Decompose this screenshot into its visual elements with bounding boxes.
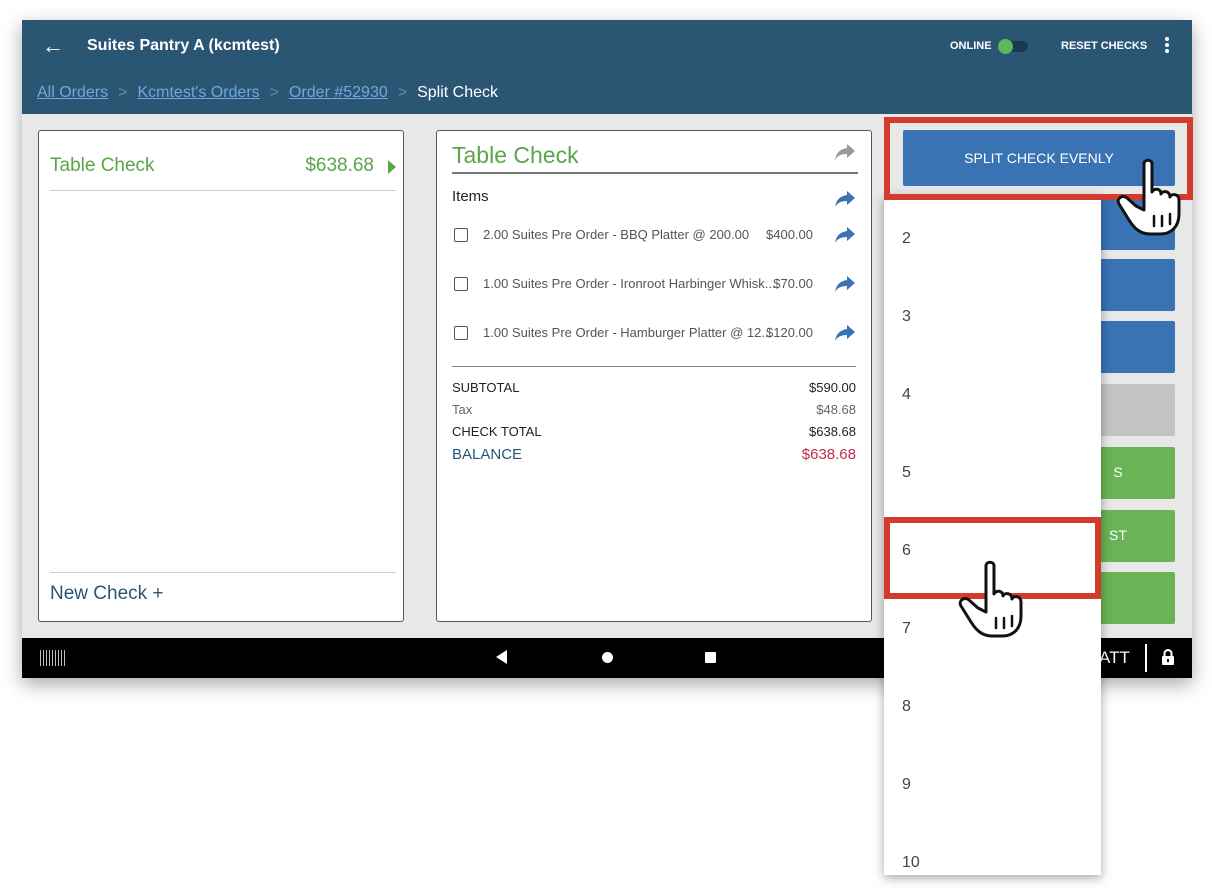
breadcrumb-current: Split Check [417,84,498,101]
items-label: Items [452,188,489,205]
share-check-icon[interactable] [833,142,857,162]
breadcrumb-separator: > [269,84,279,101]
check-total-value: $638.68 [809,424,856,439]
share-item-icon[interactable] [833,274,857,294]
breadcrumb: All Orders > Kcmtest's Orders > Order #52930… [37,84,498,102]
item-checkbox[interactable] [454,228,468,242]
new-check-button[interactable]: New Check + [50,583,164,605]
split-option-label: 7 [902,620,911,637]
nav-back-icon[interactable] [496,650,507,664]
split-option[interactable]: 4 [884,351,1101,429]
user-label: ATT [1099,648,1130,667]
lock-icon[interactable] [1161,648,1175,666]
check-detail-title: Table Check [452,142,579,168]
split-option[interactable]: 8 [884,663,1101,741]
subtotal-label: SUBTOTAL [452,380,520,395]
item-checkbox[interactable] [454,277,468,291]
arrow-left-icon[interactable]: ← [42,34,64,58]
nav-recent-apps-icon[interactable] [705,652,716,663]
tax-value: $48.68 [816,402,856,417]
breadcrumb-all-orders[interactable]: All Orders [37,84,108,101]
check-amount: $638.68 [305,155,374,176]
item-price: $400.00 [766,227,813,242]
check-list-item[interactable]: Table Check $638.68 [50,153,396,191]
share-item-icon[interactable] [833,225,857,245]
divider [1145,644,1147,672]
split-option-label: 2 [902,230,911,247]
breadcrumb-separator: > [118,84,128,101]
split-option-label: 10 [902,854,920,871]
action-label: ST [1109,527,1127,543]
more-vertical-icon[interactable] [1162,36,1172,56]
share-item-icon[interactable] [833,323,857,343]
split-option-label: 3 [902,308,911,325]
item-row: 2.00 Suites Pre Order - BBQ Platter @ 20… [452,225,860,247]
pointer-hand-icon [956,560,1028,640]
divider [50,572,396,573]
nav-home-icon[interactable] [602,652,613,663]
split-option-label: 5 [902,464,911,481]
balance-label: BALANCE [452,446,523,463]
item-description: 2.00 Suites Pre Order - BBQ Platter @ 20… [483,227,750,242]
check-name: Table Check [50,155,155,176]
breadcrumb-separator: > [397,84,408,101]
checks-list-panel: Table Check $638.68 New Check + [38,130,404,622]
tax-label: Tax [452,402,473,417]
app-header: ← Suites Pantry A (kcmtest) ONLINE RESET… [22,20,1192,114]
item-price: $70.00 [773,276,813,291]
share-items-icon[interactable] [833,189,857,209]
totals-divider [452,366,856,367]
caret-right-icon [388,160,396,174]
barcode-icon[interactable] [40,650,66,666]
reset-checks-button[interactable]: RESET CHECKS [1061,40,1147,52]
check-detail-panel: Table Check Items 2.00 Suites Pre Order … [436,130,872,622]
check-total-label: CHECK TOTAL [452,424,542,439]
split-option[interactable]: 10 [884,819,1101,875]
item-price: $120.00 [766,325,813,340]
split-option[interactable]: 3 [884,273,1101,351]
subtotal-value: $590.00 [809,380,856,395]
app-title: Suites Pantry A (kcmtest) [87,37,280,54]
split-option[interactable]: 2 [884,195,1101,273]
split-option-label: 8 [902,698,911,715]
split-option-label: 9 [902,776,911,793]
title-divider [452,172,858,174]
item-row: 1.00 Suites Pre Order - Hamburger Platte… [452,323,860,345]
balance-value: $638.68 [801,446,856,463]
split-option[interactable]: 5 [884,429,1101,507]
item-description: 1.00 Suites Pre Order - Ironroot Harbing… [483,276,776,291]
item-row: 1.00 Suites Pre Order - Ironroot Harbing… [452,274,860,296]
pointer-hand-icon [1114,158,1186,238]
action-label: S [1113,464,1123,480]
breadcrumb-order[interactable]: Order #52930 [289,84,388,101]
breadcrumb-user-orders[interactable]: Kcmtest's Orders [137,84,259,101]
online-toggle[interactable] [998,39,1028,54]
split-option-label: 4 [902,386,911,403]
split-option[interactable]: 9 [884,741,1101,819]
item-description: 1.00 Suites Pre Order - Hamburger Platte… [483,325,773,340]
item-checkbox[interactable] [454,326,468,340]
toggle-knob [998,39,1013,54]
online-label: ONLINE [950,40,992,52]
